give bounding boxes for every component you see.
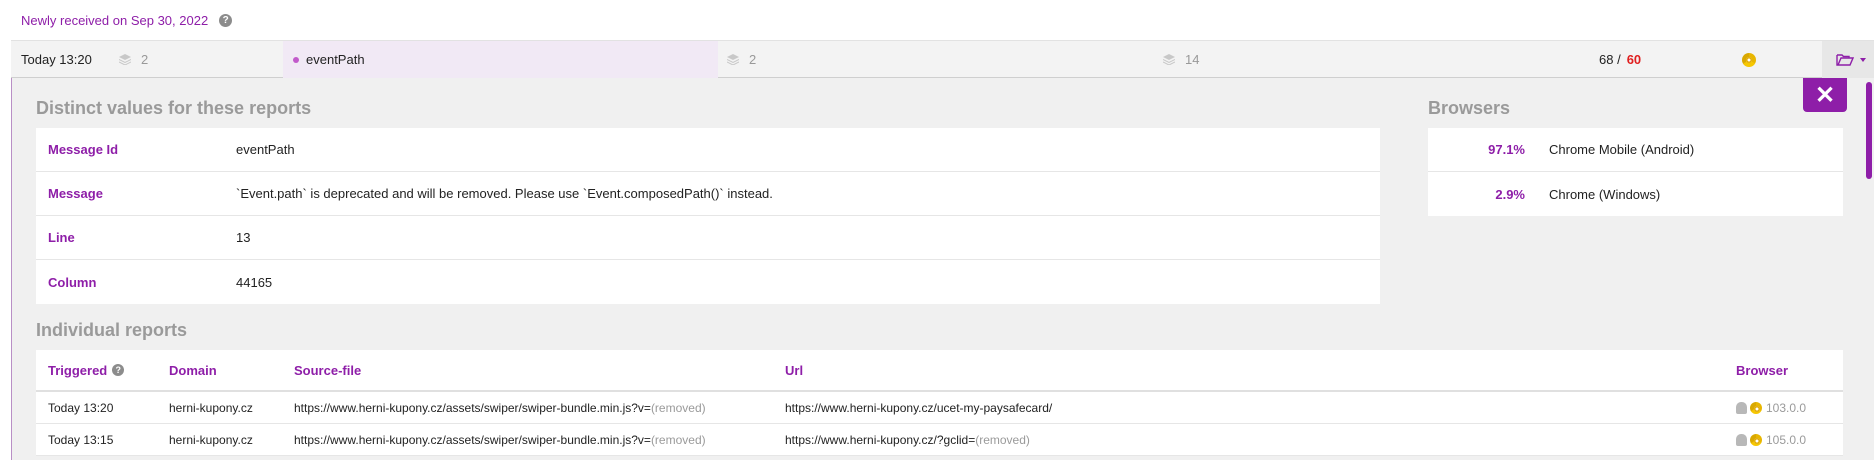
column-header-triggered[interactable]: Triggered ?	[48, 363, 125, 378]
column-header-domain[interactable]: Domain	[169, 363, 217, 378]
chevron-down-icon	[1860, 57, 1866, 62]
cell-source-file: https://www.herni-kupony.cz/assets/swipe…	[294, 433, 706, 447]
report-group-row[interactable]: Today 13:20 2 eventPath 2 14 68 / 60	[11, 40, 1874, 78]
kv-value: 13	[236, 230, 251, 245]
scrollbar[interactable]	[1866, 82, 1872, 179]
group-message-id: eventPath	[293, 41, 365, 78]
cell-browser: 103.0.0	[1736, 392, 1806, 424]
browser-name: Chrome Mobile (Android)	[1549, 142, 1695, 157]
kv-row: Message Id eventPath	[36, 128, 1380, 172]
cell-triggered: Today 13:20	[48, 401, 114, 415]
table-header: Triggered ? Domain Source-file Url Brows…	[36, 350, 1843, 392]
kv-row: Column 44165	[36, 260, 1380, 304]
browser-row: 97.1% Chrome Mobile (Android)	[1428, 128, 1843, 172]
folder-open-icon	[1836, 54, 1854, 66]
group-time: Today 13:20	[21, 52, 92, 67]
chrome-icon	[1750, 402, 1762, 414]
group-count-c: 14	[1163, 41, 1199, 78]
table-row[interactable]: Today 13:15 herni-kupony.cz https://www.…	[36, 424, 1843, 456]
cell-domain: herni-kupony.cz	[169, 433, 253, 447]
question-circle-icon[interactable]: ?	[112, 364, 125, 376]
group-count-b: 2	[727, 41, 756, 78]
layers-icon	[119, 54, 131, 65]
browsers-title: Browsers	[1428, 98, 1511, 118]
chrome-icon	[1750, 434, 1762, 446]
distinct-values-table: Message Id eventPath Message `Event.path…	[36, 128, 1380, 304]
browser-row: 2.9% Chrome (Windows)	[1428, 172, 1843, 216]
table-row[interactable]: Today 13:20 herni-kupony.cz https://www.…	[36, 392, 1843, 424]
kv-value: 44165	[236, 274, 273, 290]
question-circle-icon[interactable]: ?	[219, 13, 233, 27]
kv-row: Line 13	[36, 216, 1380, 260]
cell-triggered: Today 13:15	[48, 433, 114, 447]
browsers-table: 97.1% Chrome Mobile (Android) 2.9% Chrom…	[1428, 128, 1843, 216]
column-header-source-file[interactable]: Source-file	[294, 363, 361, 378]
browser-name: Chrome (Windows)	[1549, 186, 1661, 202]
column-header-browser[interactable]: Browser	[1736, 363, 1788, 378]
close-icon: ✕	[1814, 81, 1836, 109]
layers-icon	[1163, 54, 1175, 65]
individual-reports-table: Triggered ? Domain Source-file Url Brows…	[36, 350, 1843, 456]
android-icon	[1736, 434, 1747, 446]
close-button[interactable]: ✕	[1803, 78, 1847, 112]
kv-key: Line	[48, 230, 75, 245]
cell-url[interactable]: https://www.herni-kupony.cz/ucet-my-pays…	[785, 392, 1052, 424]
group-ratio: 68 / 60	[1599, 52, 1642, 67]
kv-key: Column	[48, 274, 97, 290]
distinct-values-title: Distinct values for these reports	[36, 98, 312, 118]
cell-browser: 105.0.0	[1736, 424, 1806, 456]
kv-value: `Event.path` is deprecated and will be r…	[236, 186, 773, 201]
browser-percentage: 97.1%	[1488, 142, 1525, 157]
kv-key: Message Id	[48, 142, 119, 157]
browser-percentage: 2.9%	[1495, 186, 1525, 202]
kv-value: eventPath	[236, 142, 295, 157]
column-header-url[interactable]: Url	[785, 363, 803, 378]
cell-domain: herni-kupony.cz	[169, 401, 253, 415]
layers-icon	[727, 54, 739, 65]
cell-source-file: https://www.herni-kupony.cz/assets/swipe…	[294, 401, 706, 415]
status-dot	[293, 56, 299, 63]
group-count-a: 2	[119, 41, 148, 78]
open-menu-button[interactable]	[1822, 41, 1874, 78]
kv-key: Message	[48, 186, 103, 201]
individual-reports-title: Individual reports	[36, 320, 188, 340]
header-bar: Newly received on Sep 30, 2022 ?	[0, 0, 1874, 40]
android-icon	[1736, 402, 1747, 414]
cell-url[interactable]: https://www.herni-kupony.cz/?gclid= (remo…	[785, 424, 1030, 456]
kv-row: Message `Event.path` is deprecated and w…	[36, 172, 1380, 216]
hot-count: 60	[1626, 52, 1642, 67]
group-browser	[1742, 41, 1756, 78]
page-title: Newly received on Sep 30, 2022	[21, 12, 209, 28]
chrome-icon	[1742, 52, 1756, 67]
